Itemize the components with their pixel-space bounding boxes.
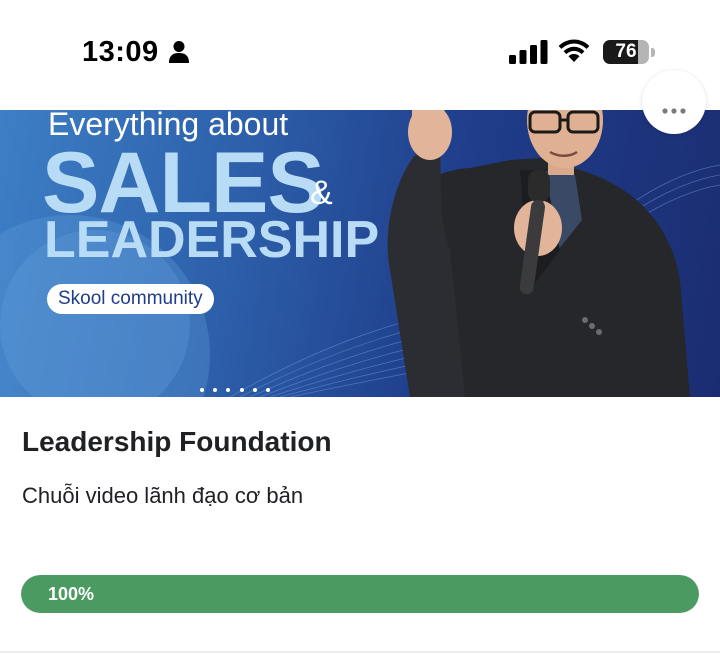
progress-label: 100% <box>48 584 95 604</box>
banner-community-pill: Skool community <box>47 284 214 314</box>
battery-body: 76 <box>603 40 649 64</box>
status-time: 13:09 <box>82 36 159 68</box>
carousel-dot[interactable] <box>252 388 257 392</box>
bottom-divider <box>0 651 720 653</box>
course-card-screen: 13:09 76 Everything about SALES & LEADER… <box>0 0 720 654</box>
battery-icon: 76 <box>603 40 657 66</box>
course-progress-bar: 100% <box>21 575 699 613</box>
course-banner-image[interactable]: Everything about SALES & LEADERSHIP Skoo… <box>0 110 720 397</box>
battery-level: 76 <box>615 41 637 62</box>
banner-headline-leadership: LEADERSHIP <box>44 211 380 269</box>
banner-ampersand: & <box>310 174 333 212</box>
more-horizontal-icon <box>662 108 686 114</box>
cellular-signal-icon <box>509 40 548 64</box>
status-bar: 13:09 76 <box>0 0 720 108</box>
carousel-dot[interactable] <box>213 388 218 392</box>
more-options-button[interactable] <box>642 70 706 134</box>
progress-fill <box>21 575 699 613</box>
carousel-dot[interactable] <box>200 388 204 392</box>
battery-tip <box>651 48 655 57</box>
carousel-dot[interactable] <box>239 388 244 392</box>
person-icon <box>169 41 189 63</box>
course-title[interactable]: Leadership Foundation <box>22 426 332 458</box>
carousel-dots[interactable] <box>200 388 270 394</box>
course-description: Chuỗi video lãnh đạo cơ bản <box>22 483 304 508</box>
presenter-illustration <box>387 110 690 397</box>
carousel-dot[interactable] <box>265 388 270 392</box>
wifi-icon <box>558 39 590 62</box>
carousel-dot[interactable] <box>226 388 231 392</box>
